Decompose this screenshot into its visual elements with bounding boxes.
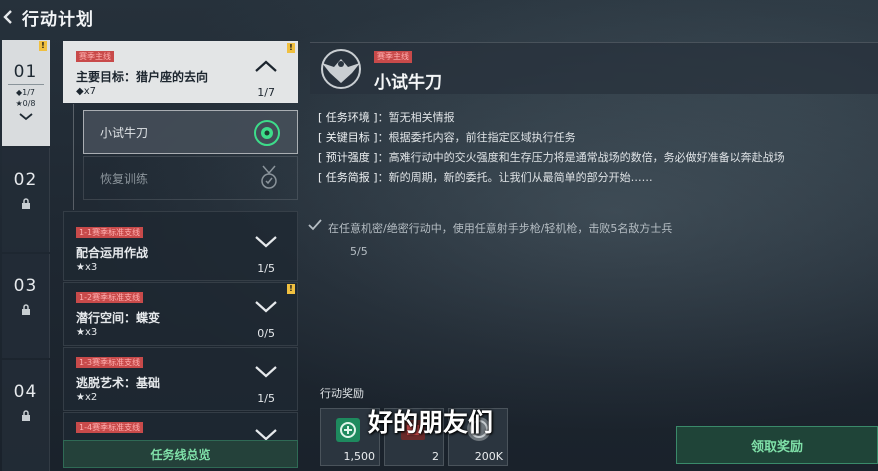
mission-reward-count: ◆x7 — [76, 86, 96, 97]
mission-title: 小试牛刀 — [374, 73, 442, 93]
mission-tag: 1-3赛季标准支线 — [76, 357, 144, 368]
mission-main[interactable]: 赛季主线 主要目标：猎户座的去向 ◆x7 1/7 ! — [63, 41, 298, 103]
submission-item-active[interactable]: 小试牛刀 — [83, 110, 298, 154]
info-value: ：暂无相关情报 — [377, 111, 455, 124]
lock-icon — [21, 198, 30, 209]
page-title: 行动计划 — [22, 9, 94, 30]
divider — [7, 84, 44, 85]
mission-name: 逃脱艺术：基础 — [76, 376, 161, 390]
chapter-tab-03[interactable]: 03 — [2, 254, 50, 358]
chapter-number: 04 — [13, 382, 38, 402]
mission-item[interactable]: 1-3赛季标准支线 逃脱艺术：基础 ★x2 1/5 — [63, 347, 298, 411]
submission-item[interactable]: 恢复训练 — [83, 156, 298, 200]
video-subtitle: 好的朋友们 — [368, 408, 494, 437]
mission-tag: 1-4赛季标准支线 — [76, 422, 144, 433]
info-value: ：新的周期，新的委托。让我们从最简单的部分开始…… — [377, 171, 653, 184]
chevron-down-icon[interactable] — [255, 366, 277, 378]
submission-label: 小试牛刀 — [100, 126, 149, 140]
mission-overview-button[interactable]: 任务线总览 — [63, 440, 298, 468]
chevron-down-icon — [18, 113, 33, 121]
chapter-number: 03 — [13, 276, 38, 296]
mission-list: 赛季主线 主要目标：猎户座的去向 ◆x7 1/7 ! 小试牛刀 恢复训练 1-1… — [63, 40, 298, 471]
mission-tag: 1-2赛季标准支线 — [76, 292, 144, 303]
top-bar: 行动计划 — [0, 0, 878, 34]
medal-icon — [261, 165, 277, 189]
target-icon — [254, 120, 280, 146]
alert-badge: ! — [287, 43, 295, 53]
mission-tag: 赛季主线 — [374, 51, 412, 63]
back-arrow-icon[interactable] — [0, 0, 16, 34]
mission-name: 潜行空间：蝶变 — [76, 311, 161, 325]
chevron-down-icon[interactable] — [255, 236, 277, 248]
chapter-diamond-progress: ◆1/7 — [15, 88, 36, 97]
mission-info: [ 任务环境 ]：暂无相关情报 [ 关键目标 ]：根据委托内容，前往指定区域执行… — [318, 108, 878, 188]
check-icon — [308, 219, 322, 231]
mission-reward-count: ★x3 — [76, 262, 98, 273]
chapter-list: 01 ◆1/7 ★0/8 ! 02 03 04 — [0, 40, 50, 471]
eagle-emblem-icon — [321, 49, 361, 89]
info-row: [ 预计强度 ]：高难行动中的交火强度和生存压力将是通常战场的数倍，务必做好准备… — [318, 148, 878, 168]
lock-icon — [21, 304, 30, 315]
info-value: ：高难行动中的交火强度和生存压力将是通常战场的数倍，务必做好准备以奔赴战场 — [377, 151, 785, 164]
chapter-number: 01 — [13, 62, 38, 82]
mission-progress: 0/5 — [257, 327, 275, 340]
claim-reward-button[interactable]: 领取奖励 — [676, 426, 878, 464]
lock-icon — [21, 410, 30, 421]
reward-amount: 2 — [432, 450, 439, 463]
mission-reward-count: ★x3 — [76, 327, 98, 338]
objective-text: 在任意机密/绝密行动中，使用任意射手步枪/轻机枪，击败5名敌方士兵 — [308, 219, 673, 236]
info-row: [ 任务简报 ]：新的周期，新的委托。让我们从最简单的部分开始…… — [318, 168, 878, 188]
alert-badge: ! — [39, 41, 47, 51]
chapter-tab-04[interactable]: 04 — [2, 360, 50, 471]
reward-amount: 200K — [474, 450, 503, 463]
tree-line — [73, 104, 74, 210]
chapter-tab-01[interactable]: 01 ◆1/7 ★0/8 — [2, 40, 50, 146]
mission-reward-count: ★x2 — [76, 392, 98, 403]
info-row: [ 任务环境 ]：暂无相关情报 — [318, 108, 878, 128]
mission-item[interactable]: 1-1赛季标准支线 配合运用作战 ★x3 1/5 — [63, 211, 298, 281]
detail-header: 赛季主线 小试牛刀 — [310, 42, 878, 94]
mission-name: 主要目标：猎户座的去向 — [76, 70, 209, 84]
chevron-down-icon[interactable] — [255, 301, 277, 313]
info-key: [ 任务简报 ] — [318, 171, 378, 184]
mission-tag: 1-1赛季标准支线 — [76, 227, 144, 238]
mission-progress: 1/5 — [257, 392, 275, 405]
info-value: ：根据委托内容，前往指定区域执行任务 — [377, 131, 576, 144]
mission-name: 配合运用作战 — [76, 246, 149, 260]
objective-progress: 5/5 — [350, 245, 368, 258]
info-key: [ 任务环境 ] — [318, 111, 378, 124]
currency-icon — [336, 418, 360, 442]
reward-amount: 1,500 — [343, 450, 376, 463]
info-key: [ 预计强度 ] — [318, 151, 378, 164]
info-row: [ 关键目标 ]：根据委托内容，前往指定区域执行任务 — [318, 128, 878, 148]
submission-label: 恢复训练 — [100, 172, 149, 186]
alert-badge: ! — [287, 284, 295, 294]
mission-progress: 1/5 — [257, 262, 275, 275]
chapter-star-progress: ★0/8 — [15, 99, 36, 108]
chevron-up-icon[interactable] — [255, 60, 277, 72]
chapter-number: 02 — [13, 170, 38, 190]
info-key: [ 关键目标 ] — [318, 131, 378, 144]
reward-label: 行动奖励 — [320, 387, 364, 400]
mission-progress: 1/7 — [257, 86, 275, 99]
mission-item[interactable]: 1-2赛季标准支线 潜行空间：蝶变 ★x3 0/5 ! — [63, 282, 298, 346]
chapter-tab-02[interactable]: 02 — [2, 148, 50, 252]
objective-label: 在任意机密/绝密行动中，使用任意射手步枪/轻机枪，击败5名敌方士兵 — [328, 222, 673, 235]
mission-tag: 赛季主线 — [76, 51, 114, 62]
